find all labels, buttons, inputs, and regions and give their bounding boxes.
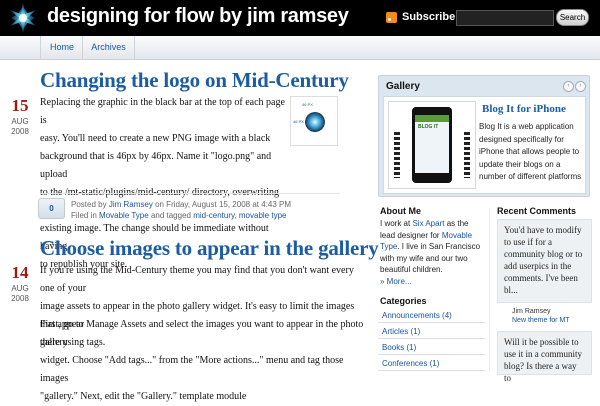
column-divider — [489, 208, 490, 371]
gallery-item-title[interactable]: Blog It for iPhone — [482, 103, 566, 115]
post-line: If you're using the Mid-Century theme yo… — [40, 265, 354, 294]
search-input[interactable] — [456, 10, 554, 26]
phone-app-bar — [415, 115, 449, 122]
post-line: First, go to Manage Assets and select th… — [40, 319, 364, 348]
meta-label: Filed in — [71, 211, 97, 220]
post-meta-filed: Filed in Movable Type and tagged mid-cen… — [71, 211, 286, 220]
gallery-image[interactable]: BLOG IT — [388, 101, 476, 189]
about-text-part: I work at — [380, 219, 413, 228]
gallery-widget: Gallery ‹ › BLOG IT Blog It for iPhone B… — [378, 75, 590, 197]
post-body: First, go to Manage Assets and select th… — [40, 316, 370, 406]
post-date-year: 2008 — [11, 127, 29, 136]
post-line: background that is 46px by 46px. Name it… — [40, 151, 272, 180]
subscribe-label: Subscribe — [402, 11, 456, 23]
post-meta-author: Posted by Jim Ramsey on Friday, August 1… — [71, 200, 291, 209]
author-link[interactable]: Jim Ramsey — [109, 200, 153, 209]
gallery-next-button[interactable]: › — [575, 81, 586, 92]
comment-excerpt[interactable]: Will it be possible to use it in a commu… — [497, 331, 592, 383]
post-title[interactable]: Changing the logo on Mid-Century — [40, 68, 349, 93]
post-date-month: AUG — [11, 117, 29, 126]
thumb-side-label: 46 PX — [293, 119, 304, 124]
about-more-link[interactable]: » More... — [380, 276, 482, 288]
comment-author: Jim Ramsey — [512, 308, 551, 315]
categories-heading: Categories — [380, 296, 427, 306]
site-header: designing for flow by jim ramsey Subscri… — [0, 0, 600, 36]
post-thumbnail[interactable]: 46 PX 46 PX — [290, 96, 338, 146]
divider — [40, 193, 340, 194]
meta-date: on Friday, August 15, 2008 at 4:43 PM — [155, 200, 291, 209]
gallery-prev-button[interactable]: ‹ — [563, 81, 574, 92]
rss-icon — [386, 11, 397, 23]
phone-app-text: BLOG IT — [418, 124, 439, 130]
thumb-dimension-label: 46 PX — [302, 102, 313, 107]
post-date-day: 14 — [11, 263, 29, 282]
post-line: widget. Choose "Add tags..." from the "M… — [40, 355, 344, 384]
post-date-day: 15 — [11, 96, 29, 115]
iphone-icon: BLOG IT — [412, 107, 452, 183]
tag-link[interactable]: movable type — [239, 211, 287, 220]
category-item[interactable]: Books (1) — [378, 340, 485, 355]
phone-screen: BLOG IT — [415, 115, 449, 173]
category-link[interactable]: Movable Type — [99, 211, 149, 220]
subscribe-link[interactable]: Subscribe — [386, 11, 455, 23]
comment-count-badge[interactable]: 0 — [38, 198, 65, 219]
main-nav: Home Archives — [0, 36, 600, 60]
decorative-stripe — [394, 132, 400, 178]
post-date-year: 2008 — [11, 294, 29, 303]
meta-label: Posted by — [71, 200, 107, 209]
gallery-item-description: Blog It is a web application designed sp… — [479, 122, 582, 181]
nav-home[interactable]: Home — [40, 36, 83, 59]
category-item[interactable]: Announcements (4) — [378, 308, 485, 323]
six-apart-link[interactable]: Six Apart — [412, 219, 444, 228]
tag-separator: , — [234, 211, 237, 220]
about-heading: About Me — [380, 206, 421, 216]
post-line: easy. You'll need to create a new PNG im… — [40, 133, 271, 144]
logo-icon[interactable] — [8, 3, 38, 33]
search-button[interactable]: Search — [556, 9, 589, 26]
about-text: I work at Six Apart as the lead designer… — [380, 218, 482, 287]
post-line: Replacing the graphic in the black bar a… — [40, 97, 285, 126]
comment-excerpt[interactable]: You'd have to modify to use if for a com… — [497, 219, 592, 303]
recent-comments-heading: Recent Comments — [497, 206, 577, 216]
nav-archives[interactable]: Archives — [82, 36, 135, 59]
gallery-heading: Gallery — [386, 81, 420, 92]
decorative-stripe — [464, 132, 470, 178]
site-title[interactable]: designing for flow by jim ramsey — [47, 5, 349, 28]
meta-label: and tagged — [150, 211, 191, 220]
comment-post-link[interactable]: New theme for MT — [512, 317, 570, 324]
post-title[interactable]: Choose images to appear in the gallery — [40, 236, 379, 261]
post-date-month: AUG — [11, 284, 29, 293]
category-item[interactable]: Articles (1) — [378, 324, 485, 339]
tag-link[interactable]: mid-century — [193, 211, 234, 220]
category-item[interactable]: Conferences (1) — [378, 356, 485, 371]
post-line: "gallery." Next, edit the "Gallery." tem… — [40, 391, 247, 402]
logo-preview-icon — [305, 112, 325, 132]
gallery-item: BLOG IT Blog It for iPhone Blog It is a … — [383, 96, 586, 194]
